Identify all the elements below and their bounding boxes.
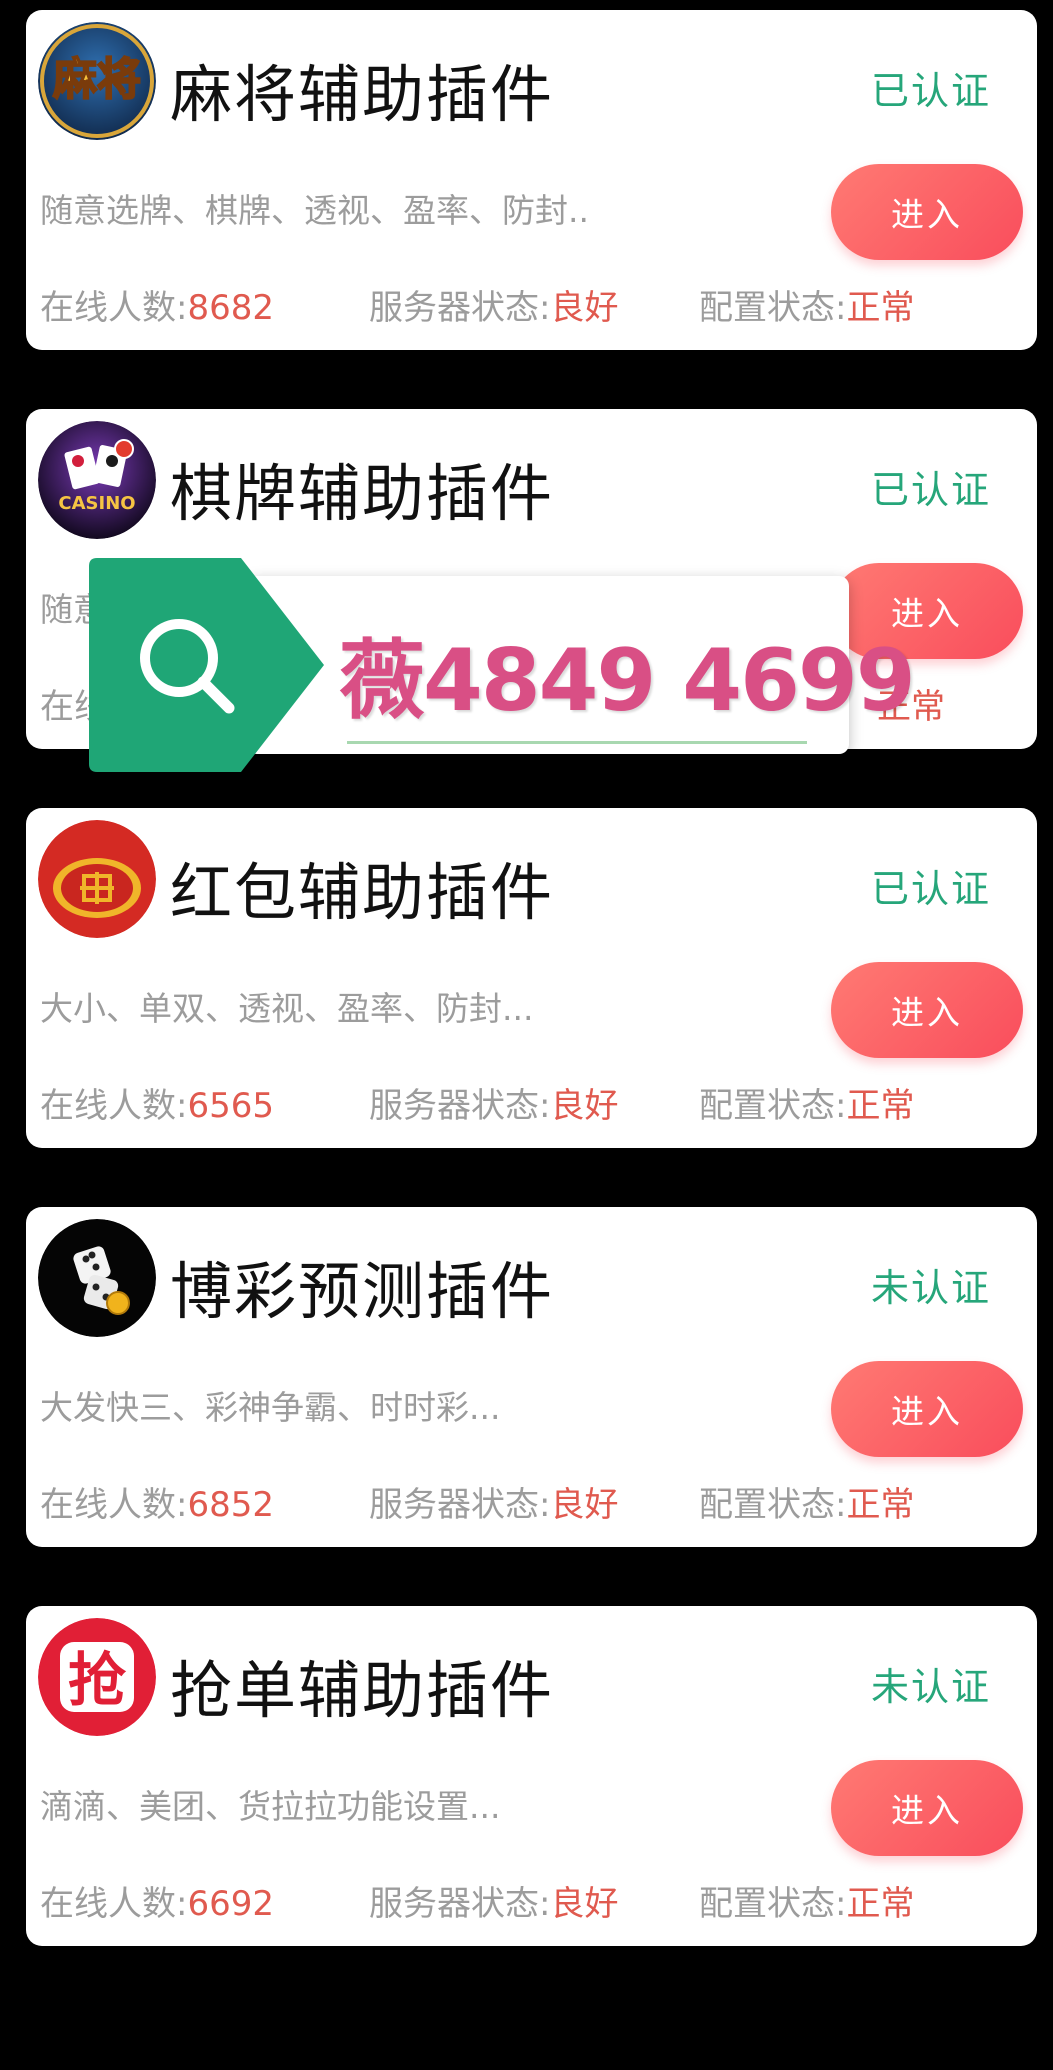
mahjong-logo-icon: 麻将 [38,22,156,140]
online-count-stat: 在线人数:6852 [40,1485,274,1525]
red-envelope-logo-icon [38,820,156,938]
status-row: 在线人数:6565 服务器状态:良好 配置状态:正常 [40,1078,1030,1126]
casino-logo-icon: CASINO [38,421,156,539]
enter-button[interactable]: 进入 [831,962,1023,1058]
config-status-stat: 配置状态:正常 [699,1485,915,1525]
card-title: 博彩预测插件 [170,1255,555,1328]
overlay-contact-text: 薇4849 4699 [339,631,916,731]
card-title: 棋牌辅助插件 [170,457,555,530]
config-status-stat: 配置状态:正常 [699,1086,915,1126]
certification-status: 已认证 [870,468,991,512]
enter-button[interactable]: 进入 [831,1361,1023,1457]
server-status-stat: 服务器状态:良好 [369,288,619,328]
grab-order-logo-icon: 抢 [38,1618,156,1736]
online-count-stat: 在线人数:6692 [40,1884,274,1924]
enter-button[interactable]: 进入 [831,164,1023,260]
dice-logo-icon [38,1219,156,1337]
svg-text:麻将: 麻将 [53,54,141,105]
plugin-card-grab-order: 抢 抢单辅助插件 未认证 滴滴、美团、货拉拉功能设置... 进入 在线人数:66… [26,1606,1037,1946]
card-description: 大发快三、彩神争霸、时时彩... [40,1388,501,1427]
server-status-stat: 服务器状态:良好 [369,1485,619,1525]
card-title: 红包辅助插件 [170,856,555,929]
certification-status: 未认证 [870,1266,991,1310]
card-description: 大小、单双、透视、盈率、防封... [40,989,534,1028]
online-count-stat: 在线人数:8682 [40,288,274,328]
enter-button[interactable]: 进入 [831,1760,1023,1856]
server-status-stat: 服务器状态:良好 [369,1086,619,1126]
card-title: 麻将辅助插件 [170,58,555,131]
overlay-tag [89,558,324,772]
overlay-underline [347,741,807,744]
status-row: 在线人数:8682 服务器状态:良好 配置状态:正常 [40,280,1030,328]
certification-status: 已认证 [870,69,991,113]
status-row: 在线人数:6692 服务器状态:良好 配置状态:正常 [40,1876,1030,1924]
certification-status: 未认证 [870,1665,991,1709]
plugin-card-mahjong: 麻将 麻将辅助插件 已认证 随意选牌、棋牌、透视、盈率、防封.. 进入 在线人数… [26,10,1037,350]
card-description: 滴滴、美团、货拉拉功能设置... [40,1787,501,1826]
contact-overlay-banner[interactable]: 薇4849 4699 [89,558,916,772]
svg-text:抢: 抢 [68,1646,127,1714]
plugin-card-lottery: 博彩预测插件 未认证 大发快三、彩神争霸、时时彩... 进入 在线人数:6852… [26,1207,1037,1547]
server-status-stat: 服务器状态:良好 [369,1884,619,1924]
card-description: 随意选牌、棋牌、透视、盈率、防封.. [40,191,589,230]
svg-text:CASINO: CASINO [58,493,135,514]
certification-status: 已认证 [870,867,991,911]
plugin-card-red-envelope: 红包辅助插件 已认证 大小、单双、透视、盈率、防封... 进入 在线人数:656… [26,808,1037,1148]
config-status-stat: 配置状态:正常 [699,1884,915,1924]
online-count-stat: 在线人数:6565 [40,1086,274,1126]
config-status-stat: 配置状态:正常 [699,288,915,328]
status-row: 在线人数:6852 服务器状态:良好 配置状态:正常 [40,1477,1030,1525]
card-title: 抢单辅助插件 [170,1654,555,1727]
